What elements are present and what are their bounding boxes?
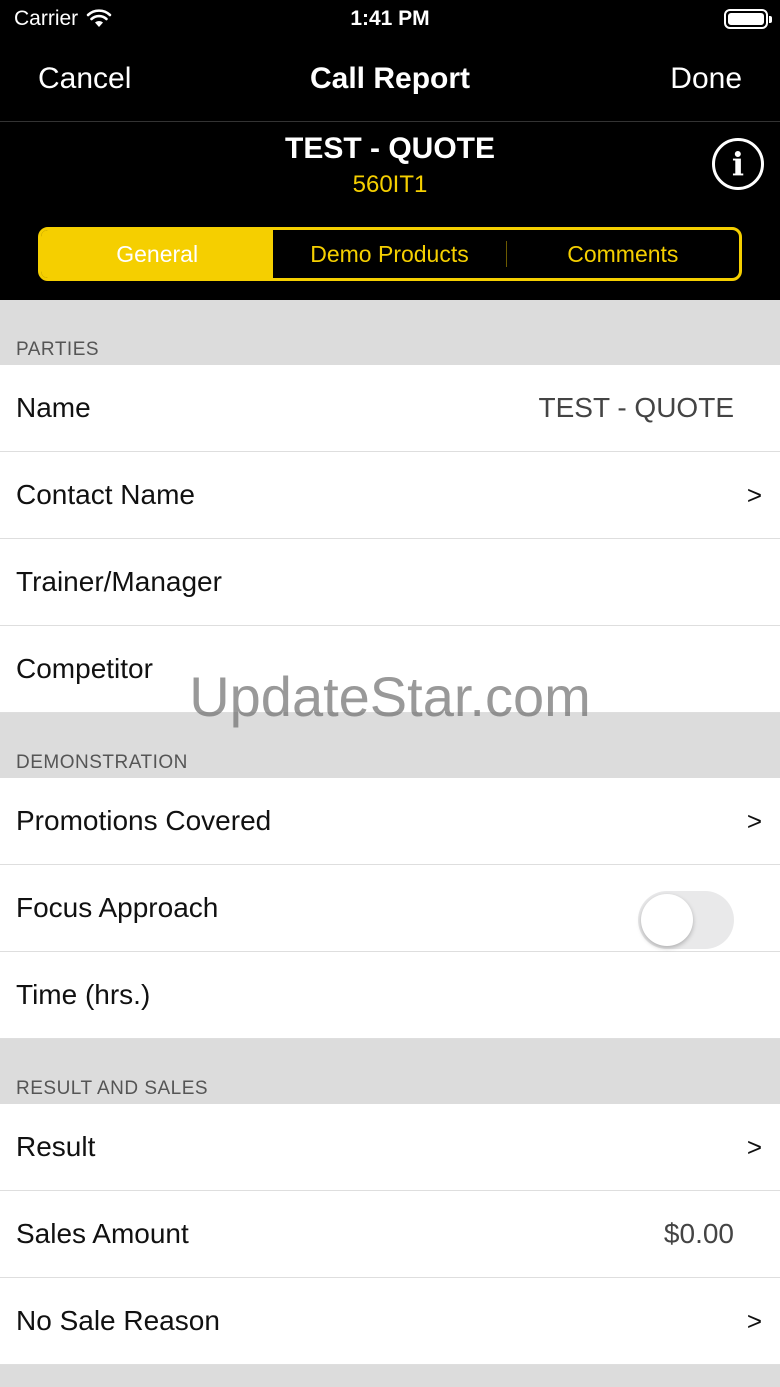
name-value: TEST - QUOTE bbox=[538, 392, 735, 423]
row-competitor[interactable]: Competitor bbox=[0, 626, 780, 713]
chevron-right-icon: > bbox=[746, 1131, 762, 1162]
section-header-parties: PARTIES bbox=[0, 300, 780, 365]
section-header-result-sales: RESULT AND SALES bbox=[0, 1039, 780, 1104]
focus-approach-toggle[interactable] bbox=[638, 891, 734, 949]
row-sales-amount[interactable]: Sales Amount $0.00 bbox=[0, 1191, 780, 1278]
competitor-label: Competitor bbox=[16, 653, 153, 684]
sales-amount-value: $0.00 bbox=[663, 1218, 734, 1249]
time-label: Time (hrs.) bbox=[16, 979, 151, 1010]
focus-approach-label: Focus Approach bbox=[16, 892, 219, 923]
section-header-demonstration: DEMONSTRATION bbox=[0, 713, 780, 778]
result-label: Result bbox=[16, 1131, 96, 1162]
no-sale-reason-label: No Sale Reason bbox=[16, 1305, 220, 1336]
cancel-button[interactable]: Cancel bbox=[38, 62, 131, 96]
promotions-covered-label: Promotions Covered bbox=[16, 805, 272, 836]
account-name: TEST - QUOTE bbox=[285, 132, 495, 165]
info-icon[interactable]: i bbox=[712, 138, 764, 190]
status-time: 1:41 PM bbox=[350, 7, 430, 30]
row-contact-name[interactable]: Contact Name > bbox=[0, 452, 780, 539]
row-trainer-manager[interactable]: Trainer/Manager bbox=[0, 539, 780, 626]
row-focus-approach: Focus Approach bbox=[0, 865, 780, 952]
chevron-right-icon: > bbox=[746, 1305, 762, 1336]
row-result[interactable]: Result > bbox=[0, 1104, 780, 1191]
section-title-parties: PARTIES bbox=[16, 339, 100, 360]
report-header: TEST - QUOTE 560IT1 i General Demo Produ… bbox=[0, 122, 780, 300]
sales-amount-label: Sales Amount bbox=[16, 1218, 189, 1249]
chevron-right-icon: > bbox=[746, 805, 762, 836]
status-bar: Carrier 1:41 PM bbox=[0, 0, 780, 40]
section-title-demonstration: DEMONSTRATION bbox=[16, 752, 188, 773]
name-label: Name bbox=[16, 392, 91, 423]
toggle-knob bbox=[641, 894, 693, 946]
row-name: Name TEST - QUOTE bbox=[0, 365, 780, 452]
navigation-bar: Cancel Call Report Done bbox=[0, 40, 780, 122]
trainer-manager-label: Trainer/Manager bbox=[16, 566, 222, 597]
contact-name-label: Contact Name bbox=[16, 479, 195, 510]
tab-comments[interactable]: Comments bbox=[507, 230, 739, 278]
row-time[interactable]: Time (hrs.) bbox=[0, 952, 780, 1039]
tab-demo-products[interactable]: Demo Products bbox=[273, 230, 505, 278]
section-title-result-sales: RESULT AND SALES bbox=[16, 1078, 209, 1099]
tab-general[interactable]: General bbox=[41, 230, 274, 278]
row-no-sale-reason[interactable]: No Sale Reason > bbox=[0, 1278, 780, 1365]
chevron-right-icon: > bbox=[746, 479, 762, 510]
battery-icon bbox=[724, 9, 772, 29]
done-button[interactable]: Done bbox=[670, 62, 742, 96]
account-code: 560IT1 bbox=[352, 171, 428, 198]
tab-control: General Demo Products Comments bbox=[38, 227, 742, 281]
row-promotions-covered[interactable]: Promotions Covered > bbox=[0, 778, 780, 865]
